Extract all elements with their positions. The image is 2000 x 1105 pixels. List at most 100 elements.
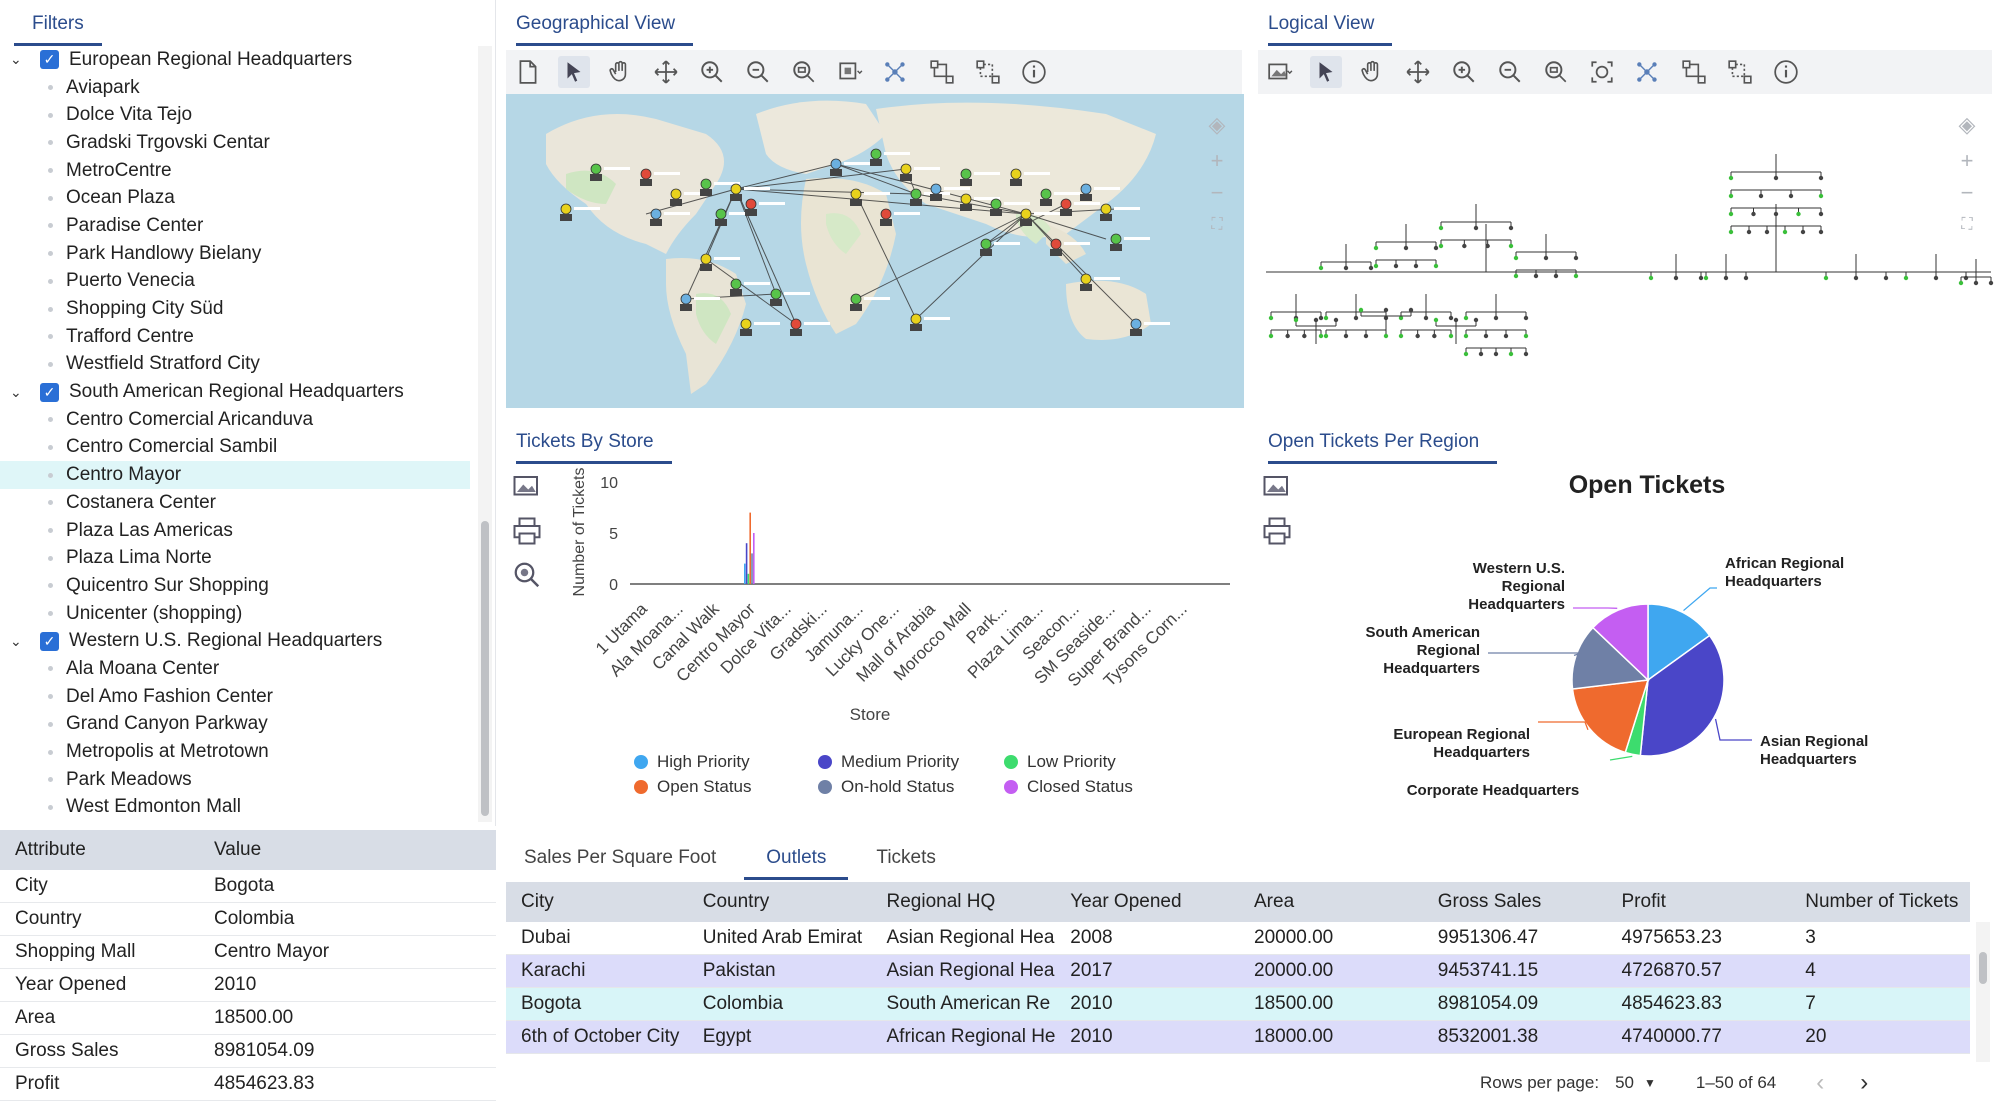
tree-node[interactable] xyxy=(1508,351,1514,357)
diagram-zoom-in-icon[interactable]: + xyxy=(1956,150,1978,172)
legend-item[interactable]: Low Priority xyxy=(1004,752,1116,772)
group-checkbox[interactable]: ✓ xyxy=(40,631,59,651)
chevron-down-icon[interactable]: ⌄ xyxy=(10,633,26,650)
tree-leaf[interactable]: Trafford Centre xyxy=(0,323,470,351)
tree-node[interactable] xyxy=(1415,333,1420,339)
table-row[interactable]: 6th of October City Egypt African Regional… xyxy=(506,1021,1970,1054)
table-row[interactable]: Karachi Pakistan Asian Regional Hea 2017 200… xyxy=(506,955,1970,988)
tree-node[interactable] xyxy=(1463,333,1469,339)
remove-link-icon[interactable] xyxy=(972,56,1004,88)
tree-node[interactable] xyxy=(1463,351,1469,357)
tree-node[interactable] xyxy=(1728,229,1734,235)
tree-leaf[interactable]: Centro Comercial Sambil xyxy=(0,434,470,462)
tree-node[interactable] xyxy=(1313,317,1319,323)
tree-node[interactable] xyxy=(1373,263,1379,269)
tab-sales-per-square-foot[interactable]: Sales Per Square Foot xyxy=(506,847,734,880)
tree-node[interactable] xyxy=(1343,265,1349,271)
tree-node[interactable] xyxy=(1746,229,1752,235)
move-arrows-icon[interactable] xyxy=(650,56,682,88)
tree-node[interactable] xyxy=(1485,243,1490,249)
tree-node[interactable] xyxy=(1363,333,1369,339)
pan-hand-icon[interactable] xyxy=(604,56,636,88)
tree-node[interactable] xyxy=(1318,333,1324,339)
outlets-scroll-thumb[interactable] xyxy=(1979,952,1987,984)
tab-tickets[interactable]: Tickets xyxy=(858,847,953,880)
tree-leaf[interactable]: Costanera Center xyxy=(0,489,470,517)
tree-leaf[interactable]: Park Handlowy Bielany xyxy=(0,240,470,268)
column-header[interactable]: City xyxy=(506,891,688,913)
outlets-scrollbar[interactable] xyxy=(1976,922,1990,1062)
tree-node[interactable] xyxy=(1383,333,1389,339)
tree-leaf[interactable]: Park Meadows xyxy=(0,766,470,794)
tree-node[interactable] xyxy=(1408,307,1414,313)
tree-node[interactable] xyxy=(1432,333,1437,339)
tree-leaf[interactable]: Centro Comercial Aricanduva xyxy=(0,406,470,434)
tree-node[interactable] xyxy=(1673,275,1679,281)
tree-node[interactable] xyxy=(1393,263,1399,269)
map-zoom-out-icon[interactable]: − xyxy=(1206,182,1228,204)
tree-node[interactable] xyxy=(1268,315,1274,321)
tree-node[interactable] xyxy=(1333,317,1339,323)
tree-node[interactable] xyxy=(1438,243,1444,249)
select-pointer-icon[interactable] xyxy=(1310,56,1342,88)
column-header[interactable]: Gross Sales xyxy=(1423,891,1607,913)
diagram-fullscreen-icon[interactable]: ⛶ xyxy=(1956,214,1978,236)
tree-leaf[interactable]: Grand Canyon Parkway xyxy=(0,711,470,739)
table-row[interactable]: Dubai United Arab Emirat Asian Regional He… xyxy=(506,922,1970,955)
tree-node[interactable] xyxy=(1463,315,1469,321)
add-link-icon[interactable] xyxy=(926,56,958,88)
tree-node[interactable] xyxy=(1433,263,1439,269)
column-header[interactable]: Area xyxy=(1239,891,1423,913)
tree-leaf[interactable]: Quicentro Sur Shopping xyxy=(0,572,470,600)
bar[interactable] xyxy=(747,573,750,584)
tab-logical-view[interactable]: Logical View xyxy=(1268,13,1393,46)
tree-node[interactable] xyxy=(1473,317,1479,323)
tree-node[interactable] xyxy=(1508,225,1514,231)
export-image-icon[interactable] xyxy=(1262,472,1292,502)
legend-item[interactable]: Closed Status xyxy=(1004,777,1133,797)
group-checkbox[interactable]: ✓ xyxy=(40,382,59,402)
print-icon[interactable] xyxy=(512,516,542,546)
tree-node[interactable] xyxy=(1368,265,1374,271)
tree-node[interactable] xyxy=(1353,315,1359,321)
next-page-icon[interactable]: › xyxy=(1860,1069,1868,1097)
legend-item[interactable]: Open Status xyxy=(634,777,752,797)
tree-leaf[interactable]: Puerto Venecia xyxy=(0,268,470,296)
previous-page-icon[interactable]: ‹ xyxy=(1816,1069,1824,1097)
chevron-down-icon[interactable]: ⌄ xyxy=(10,384,26,401)
tree-node[interactable] xyxy=(1728,193,1734,199)
tree-node[interactable] xyxy=(1413,263,1419,269)
tree-node[interactable] xyxy=(1433,245,1439,251)
tab-outlets[interactable]: Outlets xyxy=(744,847,849,880)
add-link-icon[interactable] xyxy=(1678,56,1710,88)
tree-node[interactable] xyxy=(1473,225,1479,231)
tree-node[interactable] xyxy=(1438,225,1444,231)
info-icon[interactable] xyxy=(1770,56,1802,88)
tree-node[interactable] xyxy=(1963,275,1969,281)
tree-node[interactable] xyxy=(1818,193,1824,199)
diagram-pan-icon[interactable]: ◈ xyxy=(1956,114,1978,136)
tree-group[interactable]: ⌄ ✓ Western U.S. Regional Headquarters xyxy=(0,627,470,655)
tree-node[interactable] xyxy=(1462,243,1467,249)
group-checkbox[interactable]: ✓ xyxy=(40,50,59,70)
tree-node[interactable] xyxy=(1703,275,1709,281)
header-value[interactable]: Value xyxy=(200,839,261,861)
bar[interactable] xyxy=(744,563,746,584)
zoom-in-icon[interactable] xyxy=(696,56,728,88)
legend-item[interactable]: On-hold Status xyxy=(818,777,954,797)
tree-leaf[interactable]: Plaza Las Americas xyxy=(0,517,470,545)
tree-node[interactable] xyxy=(1285,333,1290,339)
tree-node[interactable] xyxy=(1883,275,1889,281)
remove-link-icon[interactable] xyxy=(1724,56,1756,88)
tree-node[interactable] xyxy=(1818,211,1824,217)
bar[interactable] xyxy=(753,533,755,584)
tree-group[interactable]: ⌄ ✓ European Regional Headquarters xyxy=(0,46,470,74)
tree-node[interactable] xyxy=(1503,333,1509,339)
tree-node[interactable] xyxy=(1751,211,1756,217)
tree-node[interactable] xyxy=(1403,245,1409,251)
legend-item[interactable]: High Priority xyxy=(634,752,750,772)
tree-group[interactable]: ⌄ ✓ South American Regional Headquarters xyxy=(0,378,470,406)
tree-node[interactable] xyxy=(1323,333,1329,339)
chevron-down-icon[interactable]: ⌄ xyxy=(10,51,26,68)
map-fullscreen-icon[interactable]: ⛶ xyxy=(1206,214,1228,236)
